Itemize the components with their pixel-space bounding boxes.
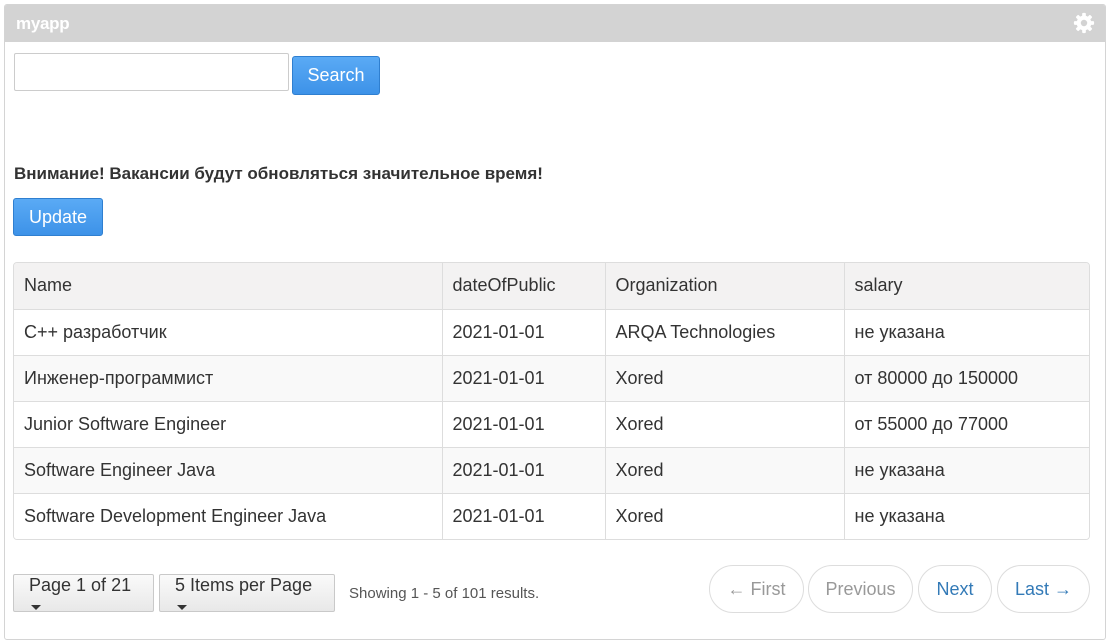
cell-salary: от 55000 до 77000 [843, 400, 1089, 447]
notice-text: Внимание! Вакансии будут обновляться зна… [14, 164, 543, 183]
results-summary: Showing 1 - 5 of 101 results. [349, 585, 540, 602]
column-header-date[interactable]: dateOfPublic [441, 263, 605, 309]
table-row[interactable]: Инженер-программист 2021-01-01 Xored от … [14, 354, 1089, 401]
cell-name: Software Development Engineer Java [14, 492, 442, 539]
cell-date: 2021-01-01 [441, 400, 605, 447]
first-page-button[interactable]: ← First [709, 565, 804, 613]
cell-date: 2021-01-01 [441, 308, 605, 355]
search-button[interactable]: Search [292, 56, 380, 95]
items-per-page-dropdown[interactable]: 5 Items per Page [159, 574, 335, 612]
cell-organization: Xored [604, 400, 844, 447]
next-page-button[interactable]: Next [918, 565, 992, 613]
cell-name: C++ разработчик [14, 308, 442, 355]
column-header-organization[interactable]: Organization [604, 263, 844, 309]
search-input[interactable] [14, 53, 289, 91]
gear-icon[interactable] [1073, 12, 1095, 34]
column-header-name[interactable]: Name [14, 263, 442, 309]
cell-name: Junior Software Engineer [14, 400, 442, 447]
table-row[interactable]: Software Engineer Java 2021-01-01 Xored … [14, 446, 1089, 493]
table-row[interactable]: C++ разработчик 2021-01-01 ARQA Technolo… [14, 308, 1089, 355]
app-header: myapp [5, 5, 1105, 42]
page-select-label: Page 1 of 21 [29, 575, 132, 595]
column-header-salary[interactable]: salary [843, 263, 1089, 309]
cell-date: 2021-01-01 [441, 446, 605, 493]
table-header-row: Name dateOfPublic Organization salary [14, 263, 1089, 309]
cell-date: 2021-01-01 [441, 354, 605, 401]
cell-salary: от 80000 до 150000 [843, 354, 1089, 401]
vacancies-table: Name dateOfPublic Organization salary C+… [13, 262, 1090, 540]
cell-name: Инженер-программист [14, 354, 442, 401]
table-row[interactable]: Software Development Engineer Java 2021-… [14, 492, 1089, 539]
app-title: myapp [16, 14, 70, 33]
previous-page-button[interactable]: Previous [808, 565, 913, 613]
items-per-page-label: 5 Items per Page [175, 575, 313, 595]
page-select-dropdown[interactable]: Page 1 of 21 [13, 574, 154, 612]
cell-name: Software Engineer Java [14, 446, 442, 493]
update-button[interactable]: Update [13, 198, 103, 236]
last-page-button[interactable]: Last → [997, 565, 1090, 613]
caret-down-icon [31, 604, 41, 610]
cell-organization: Xored [604, 446, 844, 493]
cell-organization: Xored [604, 492, 844, 539]
cell-salary: не указана [843, 492, 1089, 539]
table-row[interactable]: Junior Software Engineer 2021-01-01 Xore… [14, 400, 1089, 447]
cell-salary: не указана [843, 446, 1089, 493]
cell-salary: не указана [843, 308, 1089, 355]
cell-organization: ARQA Technologies [604, 308, 844, 355]
cell-organization: Xored [604, 354, 844, 401]
caret-down-icon [177, 604, 187, 610]
cell-date: 2021-01-01 [441, 492, 605, 539]
